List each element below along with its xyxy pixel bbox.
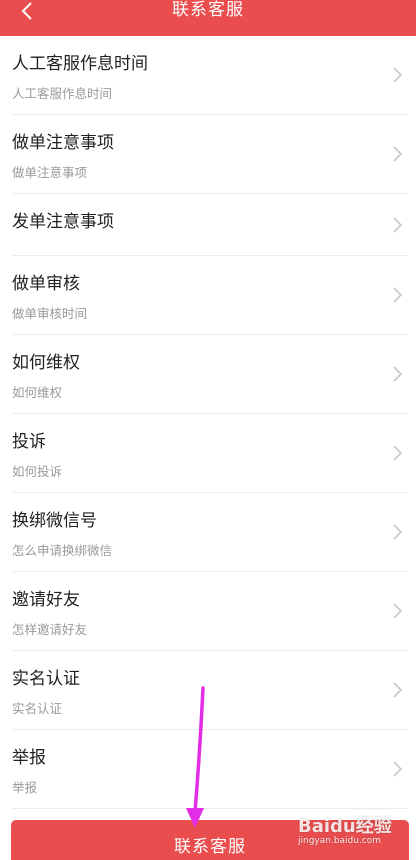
chevron-right-icon <box>393 603 403 619</box>
list-item-label: 人工客服作息时间 <box>12 54 148 74</box>
list-item-label: 换绑微信号 <box>12 511 97 531</box>
list-item-real-name[interactable]: 实名认证 实名认证 <box>0 651 416 730</box>
list-item-label: 举报 <box>12 748 46 768</box>
list-item-subtitle: 如何维权 <box>12 385 63 400</box>
list-item-subtitle: 怎么申请换绑微信 <box>12 543 113 558</box>
list-item-publish-notes[interactable]: 发单注意事项 <box>0 194 416 256</box>
list-item-rebind-wechat[interactable]: 换绑微信号 怎么申请换绑微信 <box>0 493 416 572</box>
list-item-report[interactable]: 举报 举报 <box>0 730 416 809</box>
list-item-subtitle: 举报 <box>12 780 38 795</box>
chevron-right-icon <box>393 761 403 777</box>
chevron-right-icon <box>393 67 403 83</box>
chevron-right-icon <box>393 682 403 698</box>
list-item-label: 做单注意事项 <box>12 133 114 153</box>
list-item-subtitle: 如何投诉 <box>12 464 63 479</box>
page-title: 联系客服 <box>172 0 244 20</box>
list-item-rights[interactable]: 如何维权 如何维权 <box>0 335 416 414</box>
app-header: 联系客服 <box>0 0 416 36</box>
chevron-right-icon <box>393 146 403 162</box>
list-item-label: 投诉 <box>12 432 46 452</box>
list-item-task-review[interactable]: 做单审核 做单审核时间 <box>0 256 416 335</box>
help-topic-list: 人工客服作息时间 人工客服作息时间 做单注意事项 做单注意事项 发单注意事项 做… <box>0 36 416 809</box>
chevron-right-icon <box>393 217 403 233</box>
list-item-label: 实名认证 <box>12 669 80 689</box>
chevron-right-icon <box>393 287 403 303</box>
chevron-right-icon <box>393 366 403 382</box>
list-item-label: 邀请好友 <box>12 590 80 610</box>
chevron-right-icon <box>393 524 403 540</box>
list-item-subtitle: 怎样邀请好友 <box>12 622 88 637</box>
list-item-label: 做单审核 <box>12 274 80 294</box>
list-item-work-hours[interactable]: 人工客服作息时间 人工客服作息时间 <box>0 36 416 115</box>
list-item-subtitle: 做单注意事项 <box>12 165 88 180</box>
list-item-subtitle: 实名认证 <box>12 701 63 716</box>
contact-service-button[interactable]: 联系客服 <box>11 820 409 860</box>
list-item-task-notes[interactable]: 做单注意事项 做单注意事项 <box>0 115 416 194</box>
list-item-invite-friends[interactable]: 邀请好友 怎样邀请好友 <box>0 572 416 651</box>
list-item-label: 如何维权 <box>12 353 80 373</box>
chevron-right-icon <box>393 445 403 461</box>
list-item-subtitle: 人工客服作息时间 <box>12 86 113 101</box>
list-item-complaint[interactable]: 投诉 如何投诉 <box>0 414 416 493</box>
list-item-label: 发单注意事项 <box>12 212 114 232</box>
list-item-subtitle: 做单审核时间 <box>12 306 88 321</box>
